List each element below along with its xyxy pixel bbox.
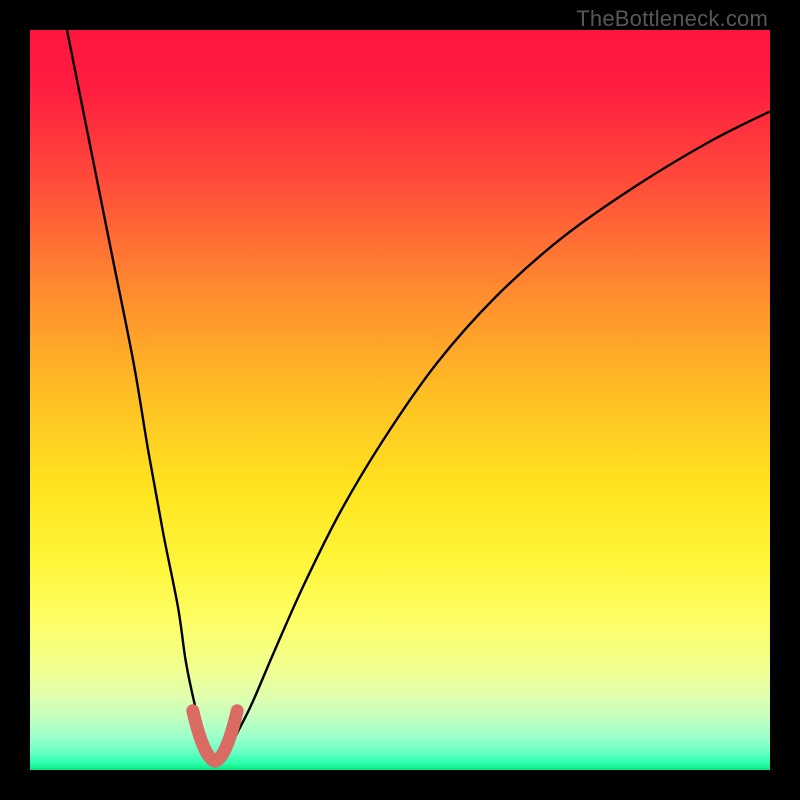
bottleneck-chart xyxy=(30,30,770,770)
plot-area xyxy=(30,30,770,770)
chart-frame: TheBottleneck.com xyxy=(0,0,800,800)
watermark-text: TheBottleneck.com xyxy=(576,6,768,32)
